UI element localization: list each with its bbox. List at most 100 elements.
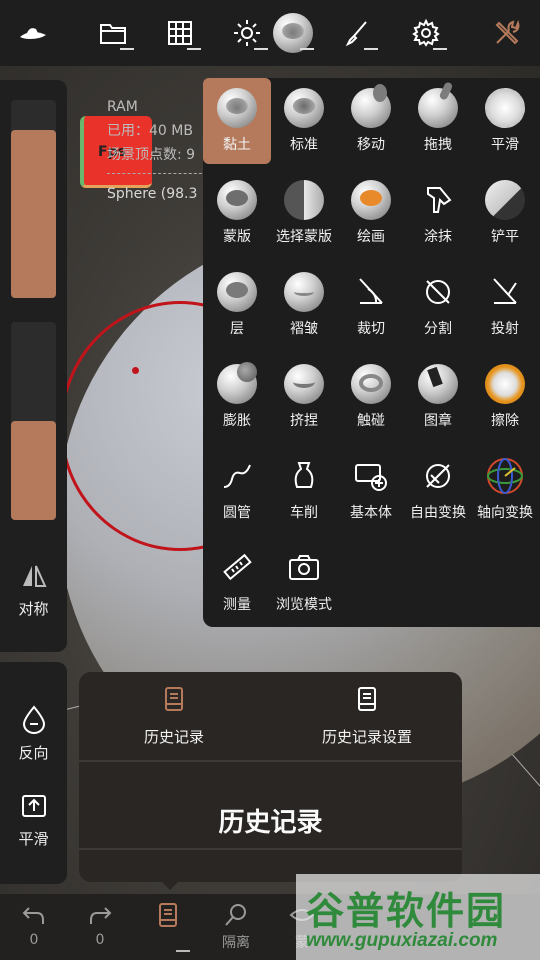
clay-icon [217,88,257,128]
history-title: 历史记录 [218,808,323,838]
tool-stamp[interactable]: 图章 [404,354,472,440]
watermark: 谷普软件园 www.gupuxiazai.com [296,874,540,960]
mask-icon [217,180,257,220]
tool-erase[interactable]: 擦除 [471,354,539,440]
lighting-underline [254,48,268,50]
intensity-slider[interactable] [11,322,56,520]
smooth-button[interactable]: 平滑 [0,792,67,849]
tab-history[interactable]: 历史记录 [79,686,269,747]
tool-menu: 黏土 标准 移动 拖拽 平滑 蒙版 选择蒙版 绘画 涂抹 铲平 层 褶皱 裁切 … [203,78,540,627]
history-pointer [160,880,180,890]
isolate-button[interactable]: 隔离 [206,902,266,952]
stamp-icon [418,364,458,404]
tab-history-settings[interactable]: 历史记录设置 [272,686,462,747]
redo-icon [90,907,112,924]
smooth-upload-icon [21,795,46,817]
tool-primitive[interactable]: 基本体 [337,446,405,532]
radius-slider-fill [11,129,56,298]
smooth-label: 平滑 [18,830,49,848]
tool-measure[interactable]: 测量 [203,538,271,624]
tool-smudge[interactable]: 涂抹 [404,170,472,256]
tab-history-settings-label: 历史记录设置 [321,728,412,746]
history-divider [79,760,462,762]
redo-count: 0 [95,932,105,948]
pinch-icon [284,364,324,404]
files-button[interactable] [90,10,136,56]
invert-button[interactable]: 反向 [0,704,67,763]
settings-button[interactable] [403,10,449,56]
stats-divider [107,173,207,174]
tool-lathe[interactable]: 车削 [270,446,338,532]
tool-clay[interactable]: 黏土 [203,78,271,164]
symmetry-label: 对称 [18,600,49,618]
project-icon [493,278,517,304]
tool-label: 投射 [491,321,519,337]
tool-tube[interactable]: 圆管 [203,446,271,532]
tool-flatten[interactable]: 铲平 [471,170,539,256]
standard-icon [284,88,324,128]
tool-move[interactable]: 移动 [337,78,405,164]
tool-paint[interactable]: 绘画 [337,170,405,256]
redo-button[interactable]: 0 [70,902,130,948]
tool-view-mode[interactable]: 浏览模式 [270,538,338,624]
tool-inflate[interactable]: 膨胀 [203,354,271,440]
move-icon [351,84,391,128]
tool-label: 铲平 [491,229,519,245]
smudge-finger-icon [427,187,452,213]
left-panel-lower: 反向 平滑 [0,662,67,884]
tab-history-label: 历史记录 [143,728,204,746]
ram-used: 已用：40 MB [107,123,193,139]
stats-overlay: RAM 已用：40 MB 场景顶点数: 9 Sphere (98.3 [107,95,207,206]
primitive-add-icon [355,464,387,491]
left-panel: 对称 [0,80,67,652]
undo-button[interactable]: 0 [4,902,64,948]
tool-drag[interactable]: 拖拽 [404,78,472,164]
tool-pinch[interactable]: 挤捏 [270,354,338,440]
vertex-count: 场景顶点数: 9 [107,147,196,163]
search-icon [225,904,246,926]
tool-layer[interactable]: 层 [203,262,271,348]
settings-underline [433,48,447,50]
tool-mask[interactable]: 蒙版 [203,170,271,256]
material-button[interactable] [270,10,316,56]
tool-trim[interactable]: 裁切 [337,262,405,348]
gear-icon [412,18,440,47]
flatten-icon [485,180,525,220]
tool-split[interactable]: 分割 [404,262,472,348]
history-book-icon [159,903,177,927]
top-toolbar [0,0,540,66]
watermark-title: 谷普软件园 [306,889,507,933]
files-underline [120,48,134,50]
layer-icon [217,272,257,312]
tool-axis-transform[interactable]: 轴向变换 [471,446,539,532]
tool-standard[interactable]: 标准 [270,78,338,164]
tool-touch[interactable]: 触碰 [337,354,405,440]
inflate-icon [217,362,257,404]
history-button[interactable] [138,902,198,952]
material-sphere-icon [273,13,313,53]
free-transform-icon [426,464,450,488]
tube-curve-icon [223,464,251,488]
symmetry-icon [22,565,47,587]
select-mask-icon [284,180,324,220]
lighting-button[interactable] [224,10,270,56]
ram-label: RAM [107,99,138,115]
tool-free-transform[interactable]: 自由变换 [404,446,472,532]
history-divider-bottom [79,848,462,850]
gizmo-icon [487,458,523,494]
trim-icon [359,278,383,304]
watermark-url: www.gupuxiazai.com [306,930,498,951]
isolate-label: 隔离 [222,935,250,951]
tool-crease[interactable]: 褶皱 [270,262,338,348]
scene-button[interactable] [157,10,203,56]
tools-button[interactable] [484,10,530,56]
tool-smooth[interactable]: 平滑 [471,78,539,164]
hat-button[interactable] [10,10,56,56]
symmetry-button[interactable]: 对称 [0,562,67,619]
radius-slider[interactable] [11,100,56,298]
tool-select-mask[interactable]: 选择蒙版 [270,170,338,256]
intensity-slider-fill [11,421,56,520]
paint-button[interactable] [334,10,380,56]
tool-project[interactable]: 投射 [471,262,539,348]
tool-label: 轴向变换 [477,505,533,521]
